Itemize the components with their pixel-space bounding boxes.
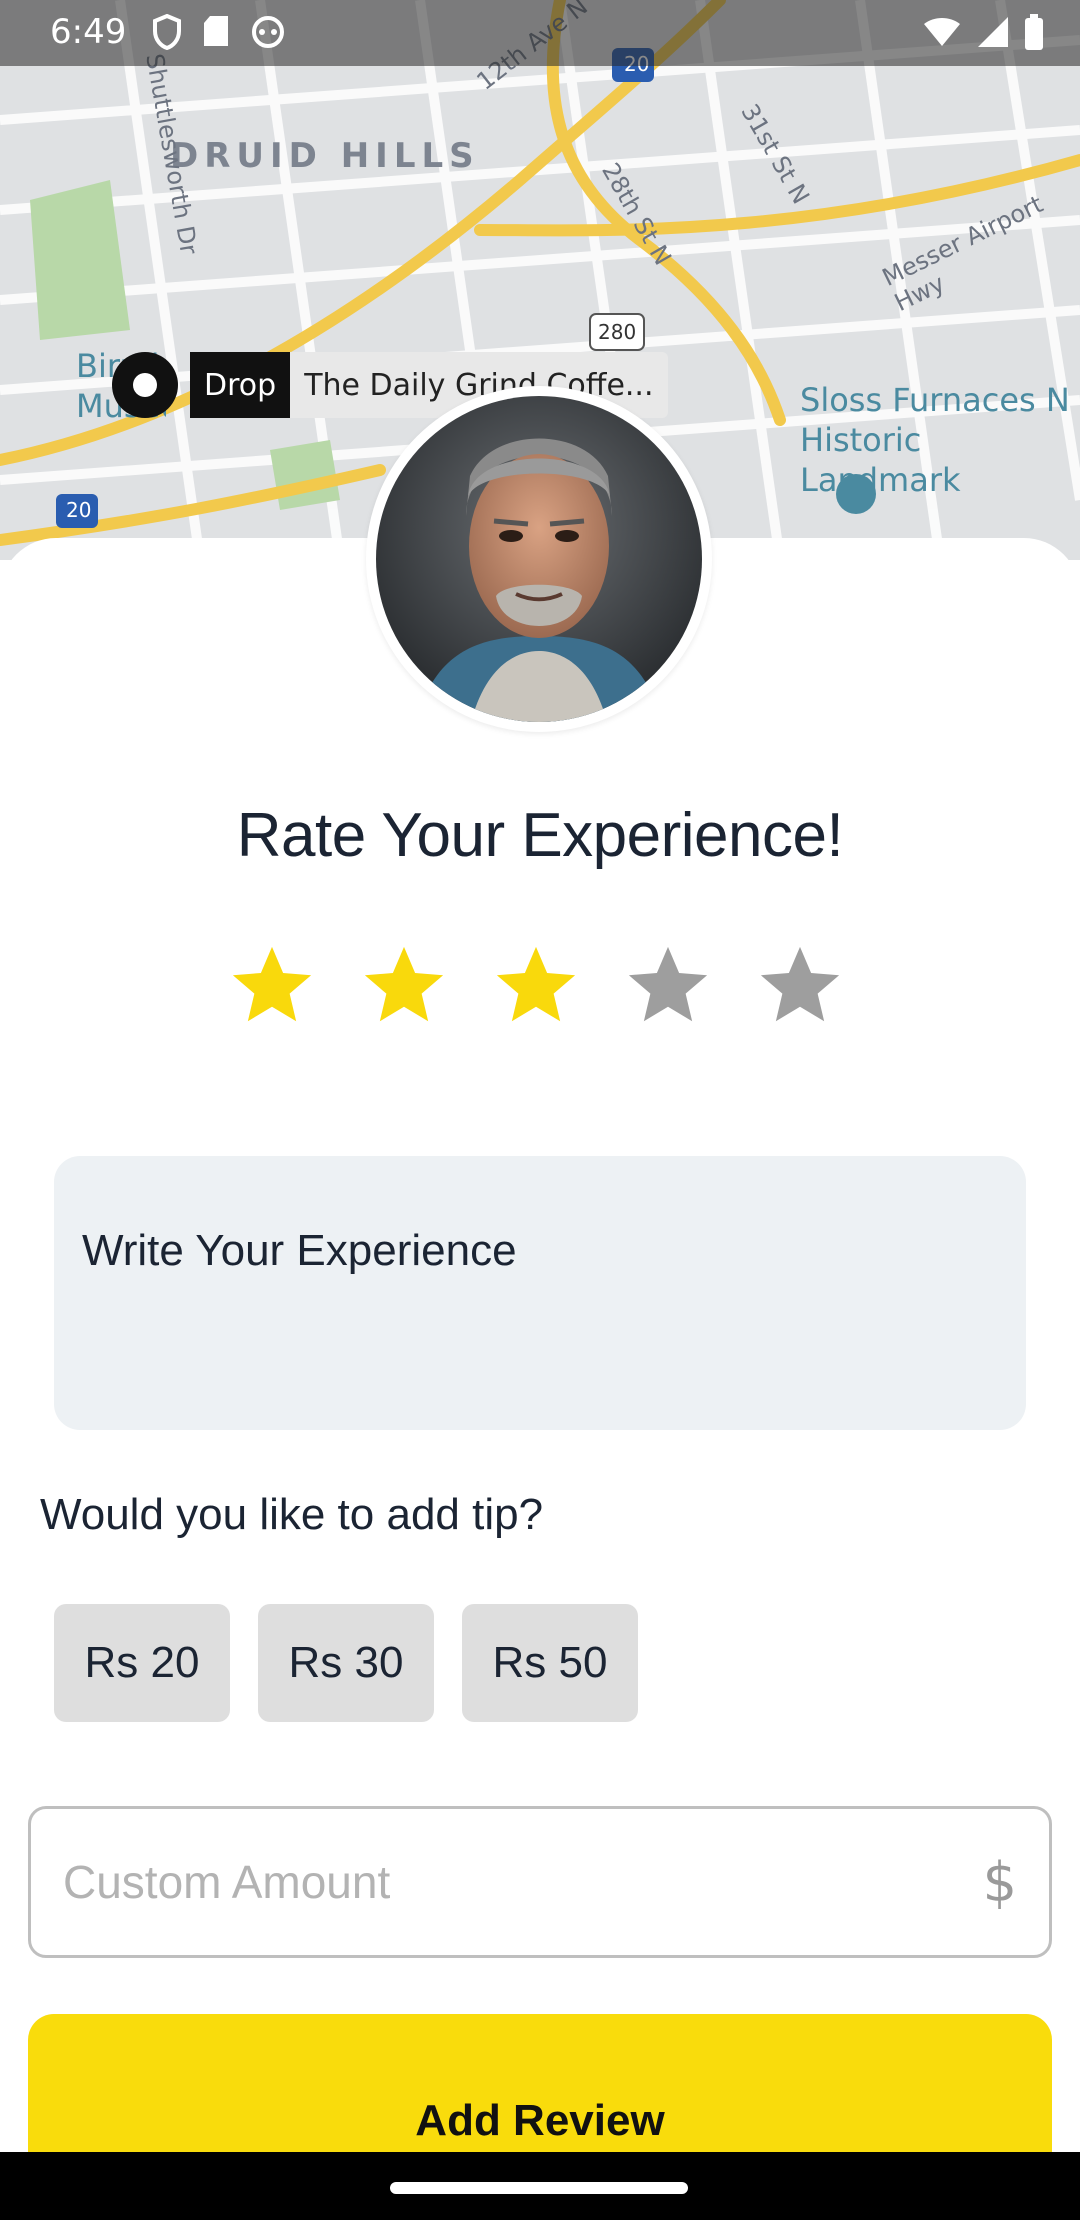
- signal-icon: [976, 15, 1010, 54]
- highway-shield-label: 20: [66, 498, 92, 522]
- tip-option-button[interactable]: Rs 50: [462, 1604, 638, 1722]
- page-title: Rate Your Experience!: [236, 801, 844, 870]
- driver-avatar: [366, 386, 712, 732]
- drop-tag: Drop: [190, 352, 291, 418]
- home-gesture-handle[interactable]: [390, 2182, 688, 2194]
- driver-photo: [376, 396, 702, 722]
- district-label: DRUID HILLS: [170, 136, 480, 176]
- star-rating[interactable]: [226, 940, 846, 1032]
- star-empty-icon[interactable]: [622, 940, 714, 1032]
- experience-input[interactable]: [82, 1226, 998, 1360]
- experience-field-container[interactable]: [54, 1156, 1026, 1430]
- tip-question: Would you like to add tip?: [40, 1490, 544, 1539]
- dollar-icon: $: [982, 1850, 1017, 1914]
- star-filled-icon[interactable]: [226, 940, 318, 1032]
- shield-icon: [152, 13, 182, 55]
- star-filled-icon[interactable]: [358, 940, 450, 1032]
- system-nav-bar: [0, 2152, 1080, 2220]
- poi-label: Historic Landmark: [800, 421, 961, 499]
- tip-option-button[interactable]: Rs 20: [54, 1604, 230, 1722]
- tip-options: Rs 20 Rs 30 Rs 50: [54, 1604, 638, 1722]
- status-time: 6:49: [50, 12, 127, 52]
- star-filled-icon[interactable]: [490, 940, 582, 1032]
- highway-shield-label: 280: [598, 320, 637, 344]
- tip-option-button[interactable]: Rs 30: [258, 1604, 434, 1722]
- battery-icon: [1024, 14, 1044, 55]
- poi-label: Sloss Furnaces N: [800, 381, 1070, 419]
- star-empty-icon[interactable]: [754, 940, 846, 1032]
- sd-card-icon: [202, 14, 230, 55]
- drop-location-marker[interactable]: [112, 352, 178, 418]
- status-bar: 6:49: [0, 0, 1080, 66]
- android-icon: [250, 14, 286, 55]
- custom-amount-field[interactable]: $: [28, 1806, 1052, 1958]
- wifi-icon: [922, 16, 962, 53]
- custom-amount-input[interactable]: [63, 1855, 983, 1909]
